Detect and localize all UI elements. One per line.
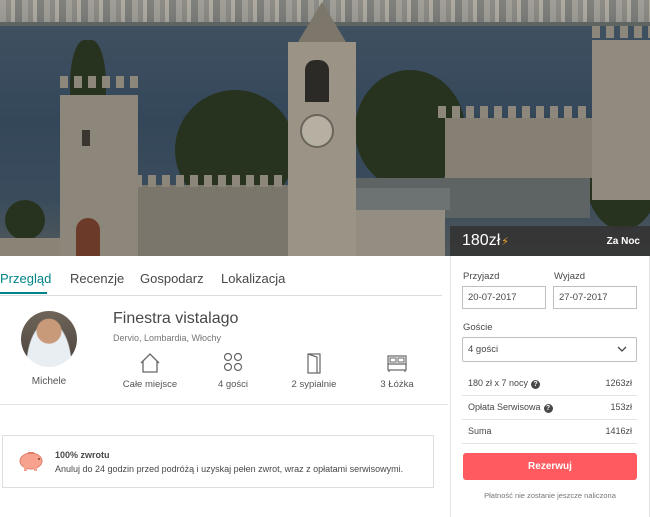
no-charge-note: Płatność nie zostanie jeszcze naliczona bbox=[484, 491, 616, 500]
info-icon[interactable]: ? bbox=[531, 380, 541, 389]
host-avatar[interactable] bbox=[21, 311, 77, 367]
guests-label: Goście bbox=[463, 322, 493, 333]
price-row-label: Suma bbox=[468, 426, 492, 436]
tab-overview[interactable]: Przegląd bbox=[0, 271, 51, 286]
checkout-label: Wyjazd bbox=[554, 271, 586, 282]
amenity-bedrooms: 2 sypialnie bbox=[274, 352, 354, 390]
price-row-value: 1416zł bbox=[605, 426, 632, 436]
price-per-label: Za Noc bbox=[606, 235, 640, 247]
listing-title: Finestra vistalago bbox=[113, 310, 239, 327]
amenity-guests: 4 gości bbox=[193, 352, 273, 390]
nightly-price: 180zł bbox=[462, 232, 501, 249]
amenity-label: 2 sypialnie bbox=[291, 379, 337, 390]
tab-location[interactable]: Lokalizacja bbox=[221, 271, 285, 286]
active-tab-indicator bbox=[0, 292, 47, 294]
refund-description: Anuluj do 24 godzin przed podróżą i uzys… bbox=[55, 464, 404, 474]
price-row-value: 1263zł bbox=[605, 378, 632, 388]
amenity-label: 3 Łóżka bbox=[380, 379, 414, 390]
amenity-beds: 3 Łóżka bbox=[357, 352, 437, 390]
listing-location: Dervio, Lombardia, Włochy bbox=[113, 333, 222, 343]
price-row-value: 153zł bbox=[610, 402, 632, 412]
section-tabs: Przegląd Recenzje Gospodarz Lokalizacja bbox=[0, 268, 442, 296]
price-row-nights: 180 zł x 7 nocy? 1263zł bbox=[462, 372, 637, 396]
house-icon bbox=[140, 353, 160, 373]
price-row-service-fee: Opłata Serwisowa? 153zł bbox=[462, 396, 637, 420]
info-icon[interactable]: ? bbox=[543, 404, 553, 413]
reserve-button[interactable]: Rezerwuj bbox=[463, 453, 637, 480]
amenity-entire-place: Całe miejsce bbox=[110, 352, 190, 390]
host-name[interactable]: Michele bbox=[0, 376, 98, 387]
price-row-label: 180 zł x 7 nocy bbox=[468, 378, 529, 388]
checkin-date-input[interactable]: 20-07-2017 bbox=[462, 286, 546, 309]
piggy-bank-icon bbox=[19, 452, 43, 471]
amenity-label: Całe miejsce bbox=[122, 379, 178, 390]
price-row-total: Suma 1416zł bbox=[462, 420, 637, 444]
refund-policy-box: 100% zwrotu Anuluj do 24 godzin przed po… bbox=[2, 435, 434, 488]
chevron-down-icon bbox=[617, 346, 627, 352]
guests-icon bbox=[223, 352, 243, 372]
bed-icon bbox=[387, 355, 407, 372]
door-icon bbox=[307, 353, 321, 374]
guests-selected-value: 4 gości bbox=[468, 344, 499, 355]
hero-photo bbox=[0, 0, 650, 256]
tab-reviews[interactable]: Recenzje bbox=[70, 271, 124, 286]
tab-host[interactable]: Gospodarz bbox=[140, 271, 204, 286]
instant-book-icon: ⚡ bbox=[501, 236, 509, 248]
section-divider bbox=[0, 404, 448, 405]
refund-title: 100% zwrotu bbox=[55, 450, 110, 460]
price-bar: 180zł⚡ Za Noc bbox=[450, 226, 650, 256]
guests-select[interactable]: 4 gości bbox=[462, 337, 637, 362]
checkin-label: Przyjazd bbox=[463, 271, 500, 282]
price-row-label: Opłata Serwisowa bbox=[468, 402, 541, 412]
amenity-label: 4 gości bbox=[217, 379, 249, 390]
checkout-date-input[interactable]: 27-07-2017 bbox=[553, 286, 637, 309]
